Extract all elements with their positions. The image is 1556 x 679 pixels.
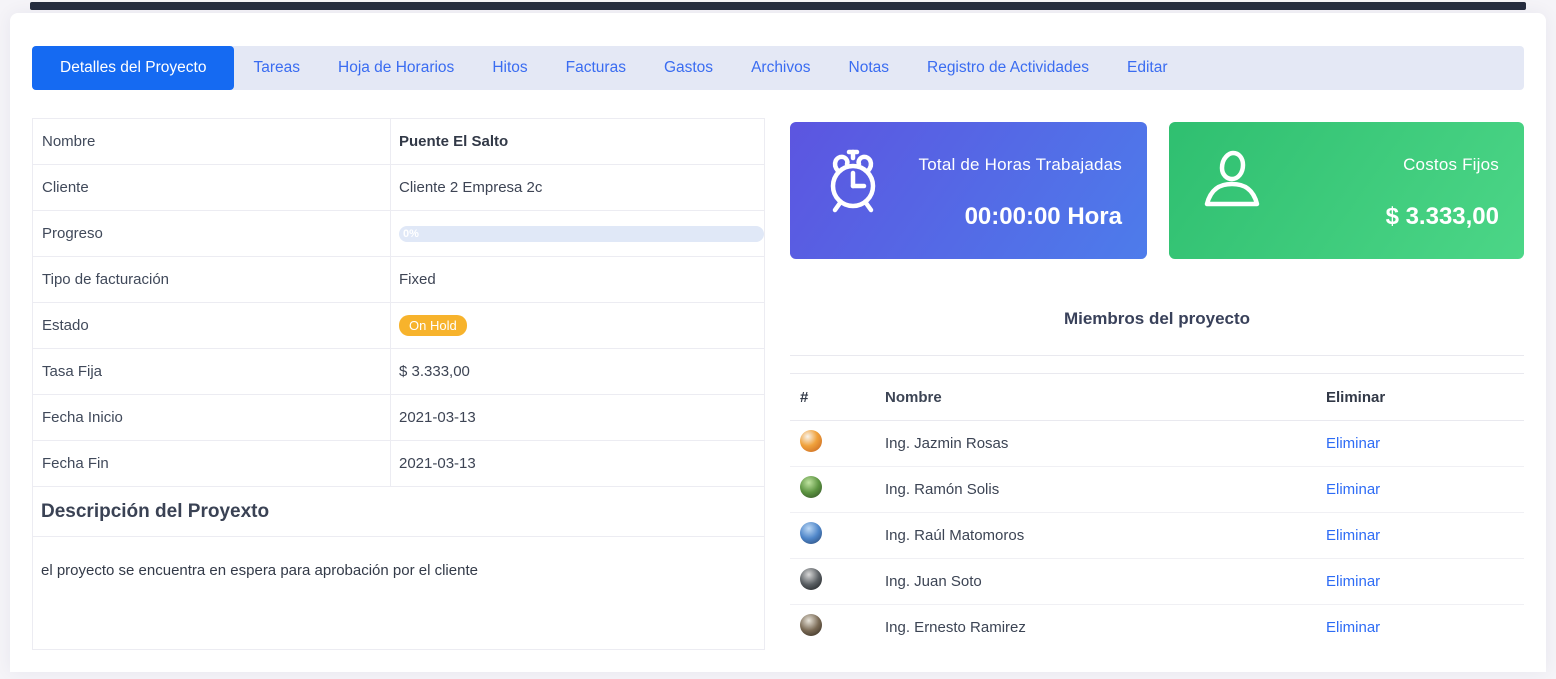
delete-member-link[interactable]: Eliminar bbox=[1326, 573, 1380, 590]
delete-member-link[interactable]: Eliminar bbox=[1326, 619, 1380, 636]
header-eliminar: Eliminar bbox=[1326, 389, 1524, 406]
detail-row-cliente: Cliente Cliente 2 Empresa 2c bbox=[33, 165, 764, 211]
member-avatar bbox=[800, 522, 822, 544]
progress-bar: 0% bbox=[399, 226, 764, 242]
member-name: Ing. Juan Soto bbox=[885, 573, 1326, 590]
description-text: el proyecto se encuentra en espera para … bbox=[33, 537, 764, 601]
project-details-table: Nombre Puente El Salto Cliente Cliente 2… bbox=[32, 118, 765, 650]
member-name: Ing. Raúl Matomoros bbox=[885, 527, 1326, 544]
detail-row-estado: Estado On Hold bbox=[33, 303, 764, 349]
detail-value-client: Cliente 2 Empresa 2c bbox=[391, 165, 764, 210]
members-divider bbox=[790, 355, 1524, 356]
members-section-title: Miembros del proyecto bbox=[790, 309, 1524, 329]
detail-label: Tasa Fija bbox=[33, 349, 391, 394]
members-table-header: # Nombre Eliminar bbox=[790, 374, 1524, 420]
description-title: Descripción del Proyexto bbox=[33, 487, 764, 537]
tab-archivos[interactable]: Archivos bbox=[732, 46, 829, 90]
tab-detalles-del-proyecto[interactable]: Detalles del Proyecto bbox=[32, 46, 234, 90]
alarm-clock-icon bbox=[820, 146, 886, 223]
tab-tareas[interactable]: Tareas bbox=[234, 46, 319, 90]
project-details-card: Detalles del Proyecto Tareas Hoja de Hor… bbox=[10, 13, 1546, 672]
person-icon bbox=[1199, 146, 1265, 223]
member-row: Ing. Raúl Matomoros Eliminar bbox=[790, 512, 1524, 558]
detail-value-end-date: 2021-03-13 bbox=[391, 441, 764, 486]
detail-label: Fecha Inicio bbox=[33, 395, 391, 440]
delete-member-link[interactable]: Eliminar bbox=[1326, 435, 1380, 452]
tab-hoja-de-horarios[interactable]: Hoja de Horarios bbox=[319, 46, 473, 90]
tab-hitos[interactable]: Hitos bbox=[473, 46, 546, 90]
detail-label: Tipo de facturación bbox=[33, 257, 391, 302]
member-row: Ing. Ramón Solis Eliminar bbox=[790, 466, 1524, 512]
top-accent-bar bbox=[30, 2, 1526, 10]
member-avatar bbox=[800, 476, 822, 498]
member-row: Ing. Juan Soto Eliminar bbox=[790, 558, 1524, 604]
detail-label: Estado bbox=[33, 303, 391, 348]
detail-row-fecha-inicio: Fecha Inicio 2021-03-13 bbox=[33, 395, 764, 441]
detail-label: Progreso bbox=[33, 211, 391, 256]
member-row: Ing. Ernesto Ramirez Eliminar bbox=[790, 604, 1524, 650]
header-index: # bbox=[790, 389, 885, 406]
right-panel: Total de Horas Trabajadas 00:00:00 Hora … bbox=[790, 118, 1524, 650]
detail-row-fecha-fin: Fecha Fin 2021-03-13 bbox=[33, 441, 764, 487]
detail-value-start-date: 2021-03-13 bbox=[391, 395, 764, 440]
fixed-costs-card: Costos Fijos $ 3.333,00 bbox=[1169, 122, 1524, 259]
tab-gastos[interactable]: Gastos bbox=[645, 46, 732, 90]
member-name: Ing. Jazmin Rosas bbox=[885, 435, 1326, 452]
detail-row-tipo-facturacion: Tipo de facturación Fixed bbox=[33, 257, 764, 303]
member-avatar bbox=[800, 430, 822, 452]
detail-value-fixed-rate: $ 3.333,00 bbox=[391, 349, 764, 394]
total-hours-card: Total de Horas Trabajadas 00:00:00 Hora bbox=[790, 122, 1147, 259]
member-avatar bbox=[800, 568, 822, 590]
member-avatar bbox=[800, 614, 822, 636]
member-name: Ing. Ramón Solis bbox=[885, 481, 1326, 498]
progress-percent-label: 0% bbox=[399, 228, 419, 240]
detail-row-tasa-fija: Tasa Fija $ 3.333,00 bbox=[33, 349, 764, 395]
tab-registro-de-actividades[interactable]: Registro de Actividades bbox=[908, 46, 1108, 90]
tab-facturas[interactable]: Facturas bbox=[547, 46, 645, 90]
detail-row-progreso: Progreso 0% bbox=[33, 211, 764, 257]
member-row: Ing. Jazmin Rosas Eliminar bbox=[790, 420, 1524, 466]
detail-row-nombre: Nombre Puente El Salto bbox=[33, 119, 764, 165]
delete-member-link[interactable]: Eliminar bbox=[1326, 527, 1380, 544]
detail-value-billing-type: Fixed bbox=[391, 257, 764, 302]
members-table: # Nombre Eliminar Ing. Jazmin Rosas Elim… bbox=[790, 373, 1524, 650]
tab-editar[interactable]: Editar bbox=[1108, 46, 1187, 90]
detail-label: Fecha Fin bbox=[33, 441, 391, 486]
detail-label: Cliente bbox=[33, 165, 391, 210]
header-nombre: Nombre bbox=[885, 389, 1326, 406]
member-name: Ing. Ernesto Ramirez bbox=[885, 619, 1326, 636]
project-tabs: Detalles del Proyecto Tareas Hoja de Hor… bbox=[32, 46, 1524, 90]
status-badge: On Hold bbox=[399, 315, 467, 336]
delete-member-link[interactable]: Eliminar bbox=[1326, 481, 1380, 498]
detail-label: Nombre bbox=[33, 119, 391, 164]
detail-value-project-name: Puente El Salto bbox=[391, 119, 764, 164]
tab-notas[interactable]: Notas bbox=[830, 46, 909, 90]
